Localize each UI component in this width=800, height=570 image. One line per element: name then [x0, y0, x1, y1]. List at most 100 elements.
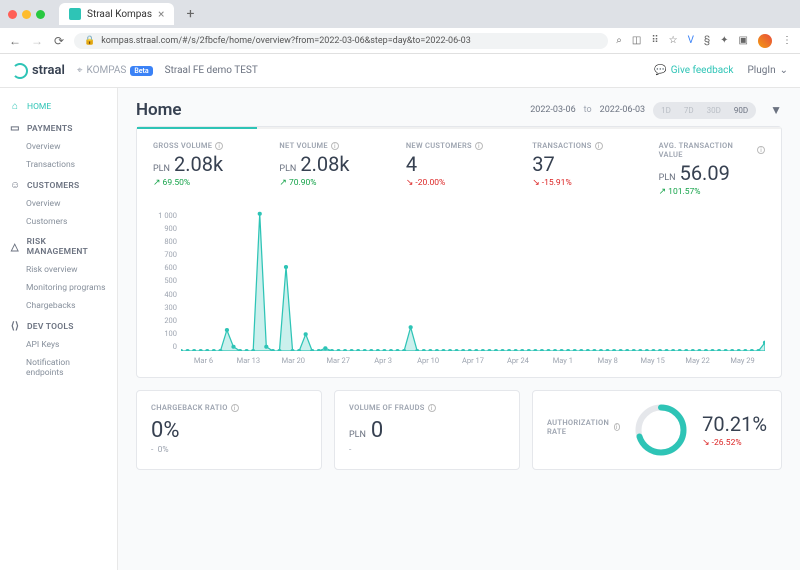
date-range: 2022-03-06 to 2022-06-03 1D 7D 30D 90D ▼ — [530, 102, 782, 119]
nav-risk-monitoring[interactable]: Monitoring programs — [0, 279, 117, 297]
vof-label: VOLUME OF FRAUDS — [349, 403, 425, 412]
info-icon[interactable]: i — [595, 142, 603, 150]
plugin-menu[interactable]: PlugIn ⌄ — [747, 65, 788, 76]
lock-icon: 🔒 — [84, 36, 95, 46]
nav-home-label: HOME — [27, 102, 51, 112]
nav-section-risk[interactable]: △ RISK MANAGEMENT — [0, 231, 117, 261]
cbr-sub: 0% — [158, 445, 169, 455]
authorization-rate-card: AUTHORIZATION RATE i 70.21% ↘-26.52% — [532, 390, 782, 470]
range-selector: 1D 7D 30D 90D — [653, 102, 756, 119]
sidebar: ⌂ HOME ▭ PAYMENTS Overview Transactions … — [0, 88, 118, 570]
info-icon[interactable]: i — [757, 146, 765, 154]
info-icon[interactable]: i — [215, 142, 223, 150]
arrow-up-icon: ↗ — [279, 178, 287, 188]
user-icon: ☺ — [10, 180, 20, 191]
info-icon[interactable]: i — [475, 142, 483, 150]
brand-logo[interactable]: straal — [12, 63, 65, 79]
arrow-up-icon: ↗ — [153, 178, 161, 188]
nav-customers-label: CUSTOMERS — [27, 181, 79, 191]
ext-script-icon[interactable]: § — [704, 35, 710, 46]
compass-icon: ⌖ — [77, 65, 83, 76]
range-7d[interactable]: 7D — [678, 104, 700, 117]
page-title: Home — [136, 100, 182, 120]
range-1d[interactable]: 1D — [655, 104, 677, 117]
new-tab-button[interactable]: + — [180, 6, 200, 22]
kpi-4[interactable]: AVG. TRANSACTION VALUE iPLN56.09↗101.57% — [659, 141, 765, 197]
ext-v-icon[interactable]: V — [688, 35, 694, 46]
date-to[interactable]: 2022-06-03 — [600, 105, 645, 115]
close-tab-icon[interactable]: × — [158, 7, 164, 21]
profile-avatar[interactable] — [758, 34, 772, 48]
nav-section-customers[interactable]: ☺ CUSTOMERS — [0, 174, 117, 195]
kpi-0[interactable]: GROSS VOLUME iPLN2.08k↗69.50% — [153, 141, 259, 197]
auth-label: AUTHORIZATION RATE — [547, 418, 611, 436]
back-button[interactable]: ← — [8, 34, 22, 48]
feedback-link[interactable]: 💬 Give feedback — [654, 65, 733, 76]
key-icon[interactable]: ⌕ — [616, 35, 622, 46]
info-icon[interactable]: i — [614, 423, 621, 431]
star-icon[interactable]: ☆ — [669, 35, 678, 46]
puzzle-icon[interactable]: ✦ — [720, 35, 728, 46]
page-header: Home 2022-03-06 to 2022-06-03 1D 7D 30D … — [136, 100, 782, 120]
warning-icon: △ — [10, 242, 20, 253]
maximize-window-button[interactable] — [36, 10, 45, 19]
nav-dev-endpoints[interactable]: Notification endpoints — [0, 354, 117, 382]
range-90d[interactable]: 90D — [728, 104, 754, 117]
card-icon: ▭ — [10, 123, 20, 134]
chevron-down-icon: ⌄ — [780, 65, 788, 76]
nav-customers-overview[interactable]: Overview — [0, 195, 117, 213]
logo-mark-icon — [12, 63, 28, 79]
favicon — [69, 8, 81, 20]
feedback-label: Give feedback — [671, 65, 734, 76]
merchant-name: Straal FE demo TEST — [165, 65, 258, 76]
chart-x-axis: Mar 6Mar 13Mar 20Mar 27Apr 3Apr 10Apr 17… — [181, 356, 765, 365]
filter-icon[interactable]: ▼ — [770, 103, 782, 117]
arrow-up-icon: ↗ — [659, 187, 667, 197]
chart-y-axis: 1 0009008007006005004003002001000 — [153, 211, 181, 351]
browser-action-icons: ⌕ ◫ ⠿ ☆ V § ✦ ▣ ⋮ — [616, 34, 792, 48]
tab-title: Straal Kompas — [87, 9, 152, 20]
ext-box-icon[interactable]: ▣ — [739, 35, 748, 46]
date-sep: to — [584, 105, 592, 115]
info-icon[interactable]: i — [231, 404, 239, 412]
forward-button[interactable]: → — [30, 34, 44, 48]
ext-icon[interactable]: ⠿ — [651, 35, 658, 46]
product-switcher[interactable]: ⌖ KOMPAS Beta — [77, 65, 153, 76]
nav-customers-list[interactable]: Customers — [0, 213, 117, 231]
address-bar[interactable]: 🔒 kompas.straal.com/#/s/2fbcfe/home/over… — [74, 33, 608, 49]
kpi-3[interactable]: TRANSACTIONS i37↘-15.91% — [532, 141, 638, 197]
window-controls — [8, 10, 45, 19]
beta-badge: Beta — [130, 66, 152, 76]
kpi-card: GROSS VOLUME iPLN2.08k↗69.50% NET VOLUME … — [136, 126, 782, 378]
browser-tab[interactable]: Straal Kompas × — [59, 3, 174, 25]
arrow-down-icon: ↘ — [532, 178, 540, 188]
nav-risk-overview[interactable]: Risk overview — [0, 261, 117, 279]
nav-section-payments[interactable]: ▭ PAYMENTS — [0, 117, 117, 138]
kpi-1[interactable]: NET VOLUME iPLN2.08k↗70.90% — [279, 141, 385, 197]
nav-payments-overview[interactable]: Overview — [0, 138, 117, 156]
bottom-kpi-row: CHARGEBACK RATIO i 0% - 0% VOLUME OF FRA… — [136, 390, 782, 470]
kpi-2[interactable]: NEW CUSTOMERS i4↘-20.00% — [406, 141, 512, 197]
kebab-menu-icon[interactable]: ⋮ — [782, 35, 792, 46]
volume-of-frauds-card: VOLUME OF FRAUDS i PLN0 - — [334, 390, 520, 470]
nav-dev-apikeys[interactable]: API Keys — [0, 336, 117, 354]
close-window-button[interactable] — [8, 10, 17, 19]
range-30d[interactable]: 30D — [701, 104, 727, 117]
nav-home[interactable]: ⌂ HOME — [0, 96, 117, 117]
reload-button[interactable]: ⟳ — [52, 34, 66, 48]
window-icon[interactable]: ◫ — [632, 35, 641, 46]
plugin-label: PlugIn — [747, 65, 775, 76]
date-from[interactable]: 2022-03-06 — [530, 105, 575, 115]
chart-area — [181, 211, 765, 351]
code-icon: ⟨⟩ — [10, 321, 20, 332]
gross-volume-chart: 1 0009008007006005004003002001000 Mar 6M… — [153, 211, 765, 365]
nav-payments-transactions[interactable]: Transactions — [0, 156, 117, 174]
nav-risk-chargebacks[interactable]: Chargebacks — [0, 297, 117, 315]
info-icon[interactable]: i — [331, 142, 339, 150]
vof-currency: PLN — [349, 430, 366, 440]
cbr-label: CHARGEBACK RATIO — [151, 403, 228, 412]
info-icon[interactable]: i — [428, 404, 436, 412]
minimize-window-button[interactable] — [22, 10, 31, 19]
browser-toolbar: ← → ⟳ 🔒 kompas.straal.com/#/s/2fbcfe/hom… — [0, 28, 800, 54]
nav-section-dev[interactable]: ⟨⟩ DEV TOOLS — [0, 315, 117, 336]
